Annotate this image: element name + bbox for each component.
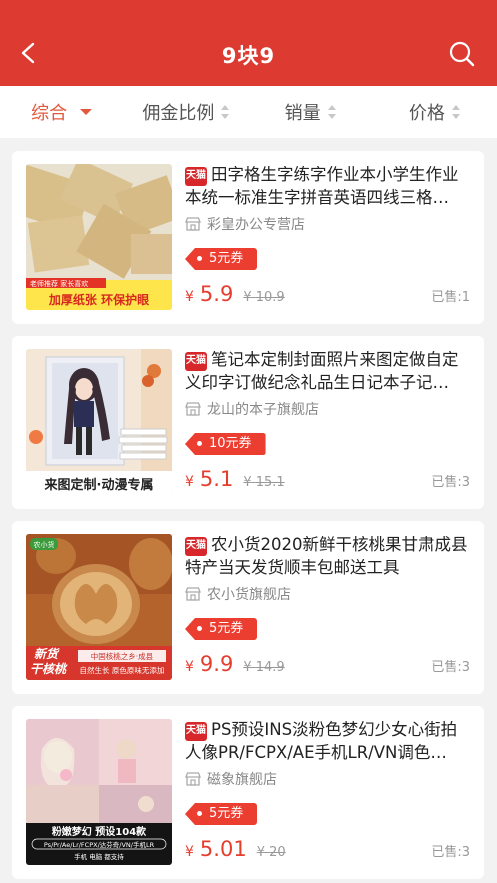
currency-symbol: ¥: [243, 660, 252, 675]
product-card[interactable]: 农小货 新货 干核桃 中国核桃之乡·成县 自然生长 原色原味无添加 天猫 农小货2…: [12, 521, 484, 694]
thumb-brand: 农小货: [34, 540, 55, 549]
coupon-badge[interactable]: 5元券: [185, 248, 258, 270]
store-icon: [185, 402, 201, 416]
original-price-value: 20: [269, 845, 286, 860]
sort-bar: 综合 佣金比例 销量 价格: [0, 86, 497, 138]
shop-row: 磁象旗舰店: [185, 770, 470, 788]
shop-name: 农小货旗舰店: [207, 587, 291, 603]
thumb-sub: Ps/Pr/Ae/Lr/FCPX/达芬奇/VN/手机LR: [44, 840, 155, 849]
store-icon: [185, 772, 201, 786]
sold-count: 已售:3: [431, 660, 470, 675]
shop-name: 磁象旗舰店: [207, 772, 277, 788]
tmall-badge: 天猫: [185, 537, 207, 556]
thumb-tag: 加厚纸张 环保护眼: [48, 292, 149, 307]
product-title: 天猫 农小货2020新鲜干核桃果甘肃成县特产当天发货顺丰包邮送工具: [185, 533, 470, 579]
currency-symbol: ¥: [185, 289, 194, 305]
sort-label: 销量: [284, 103, 321, 124]
product-image[interactable]: 来图定制·动漫专属: [26, 349, 172, 495]
sort-commission[interactable]: 佣金比例: [124, 99, 248, 125]
sort-updown-icon: [327, 105, 336, 119]
product-image[interactable]: 粉嫩梦幻 预设104款 Ps/Pr/Ae/Lr/FCPX/达芬奇/VN/手机LR…: [26, 719, 172, 865]
shop-row: 农小货旗舰店: [185, 585, 470, 603]
currency-symbol: ¥: [185, 844, 194, 860]
product-card[interactable]: 老师推荐 家长喜欢 加厚纸张 环保护眼 天猫 田字格生字练字作业本小学生作业本统一…: [12, 151, 484, 324]
shop-row: 龙山的本子旗舰店: [185, 400, 470, 418]
price-row: ¥ 5.1 ¥ 15.1 已售:3: [185, 467, 470, 491]
price: 5.9: [199, 282, 234, 306]
sort-updown-icon: [221, 105, 230, 119]
thumb-line: 自然生长 原色原味无添加: [80, 665, 165, 675]
sort-label: 佣金比例: [142, 103, 215, 124]
price: 5.1: [199, 467, 234, 491]
thumb-tag: 老师推荐 家长喜欢: [30, 279, 88, 288]
sort-comprehensive[interactable]: 综合: [0, 99, 124, 125]
shop-name: 彩皇办公专营店: [207, 217, 305, 233]
currency-symbol: ¥: [243, 290, 252, 305]
product-card[interactable]: 粉嫩梦幻 预设104款 Ps/Pr/Ae/Lr/FCPX/达芬奇/VN/手机LR…: [12, 706, 484, 879]
original-price-value: 10.9: [255, 290, 285, 305]
product-list: 老师推荐 家长喜欢 加厚纸张 环保护眼 天猫 田字格生字练字作业本小学生作业本统一…: [12, 151, 484, 883]
coupon-badge[interactable]: 5元券: [185, 618, 258, 640]
thumb-caption: 来图定制·动漫专属: [44, 477, 154, 493]
price-row: ¥ 5.01 ¥ 20 已售:3: [185, 837, 470, 861]
sort-label: 综合: [31, 103, 68, 124]
sold-count: 已售:3: [431, 845, 470, 860]
original-price-value: 15.1: [255, 475, 285, 490]
currency-symbol: ¥: [256, 845, 265, 860]
product-card[interactable]: 来图定制·动漫专属 天猫 笔记本定制封面照片来图定做自定义印字订做纪念礼品生日记本…: [12, 336, 484, 509]
search-icon[interactable]: [449, 41, 475, 67]
product-title: 天猫 PS预设INS淡粉色梦幻少女心街拍人像PR/FCPX/AE手机LR/VN调色…: [185, 718, 470, 764]
top-bar: 9块9: [0, 0, 497, 86]
thumb-big: 干核桃: [30, 662, 68, 676]
thumb-sub: 手机 电脑 都支持: [74, 852, 124, 861]
price: 5.01: [199, 837, 247, 861]
page-title: 9块9: [221, 44, 276, 68]
sort-price[interactable]: 价格: [373, 99, 497, 125]
original-price: ¥ 14.9: [243, 660, 284, 675]
sold-count: 已售:1: [431, 290, 470, 305]
currency-symbol: ¥: [243, 475, 252, 490]
price-row: ¥ 9.9 ¥ 14.9 已售:3: [185, 652, 470, 676]
original-price: ¥ 10.9: [243, 290, 284, 305]
price-row: ¥ 5.9 ¥ 10.9 已售:1: [185, 282, 470, 306]
original-price: ¥ 15.1: [243, 475, 284, 490]
currency-symbol: ¥: [185, 474, 194, 490]
shop-name: 龙山的本子旗舰店: [207, 402, 319, 418]
sold-count: 已售:3: [431, 475, 470, 490]
product-image[interactable]: 农小货 新货 干核桃 中国核桃之乡·成县 自然生长 原色原味无添加: [26, 534, 172, 680]
tmall-badge: 天猫: [185, 167, 207, 186]
thumb-big: 新货: [34, 647, 60, 661]
price: 9.9: [199, 652, 234, 676]
product-image[interactable]: 老师推荐 家长喜欢 加厚纸张 环保护眼: [26, 164, 172, 310]
store-icon: [185, 217, 201, 231]
tmall-badge: 天猫: [185, 722, 207, 741]
product-name: 农小货2020新鲜干核桃果甘肃成县特产当天发货顺丰包邮送工具: [185, 535, 468, 577]
product-title: 天猫 笔记本定制封面照片来图定做自定义印字订做纪念礼品生日记本子记…: [185, 348, 470, 394]
caret-down-icon: [80, 109, 93, 115]
product-name: PS预设INS淡粉色梦幻少女心街拍人像PR/FCPX/AE手机LR/VN调色…: [185, 720, 458, 762]
shop-row: 彩皇办公专营店: [185, 215, 470, 233]
currency-symbol: ¥: [185, 659, 194, 675]
original-price-value: 14.9: [255, 660, 285, 675]
coupon-badge[interactable]: 5元券: [185, 803, 258, 825]
tmall-badge: 天猫: [185, 352, 207, 371]
product-title: 天猫 田字格生字练字作业本小学生作业本统一标准生字拼音英语四线三格…: [185, 163, 470, 209]
thumb-title: 粉嫩梦幻 预设104款: [52, 825, 147, 838]
original-price: ¥ 20: [257, 845, 286, 860]
store-icon: [185, 587, 201, 601]
coupon-badge[interactable]: 10元券: [185, 433, 266, 455]
product-name: 田字格生字练字作业本小学生作业本统一标准生字拼音英语四线三格…: [185, 165, 459, 207]
product-name: 笔记本定制封面照片来图定做自定义印字订做纪念礼品生日记本子记…: [185, 350, 459, 392]
sort-sales[interactable]: 销量: [249, 99, 373, 125]
sort-updown-icon: [451, 105, 460, 119]
sort-label: 价格: [408, 103, 445, 124]
thumb-line: 中国核桃之乡·成县: [91, 651, 154, 661]
